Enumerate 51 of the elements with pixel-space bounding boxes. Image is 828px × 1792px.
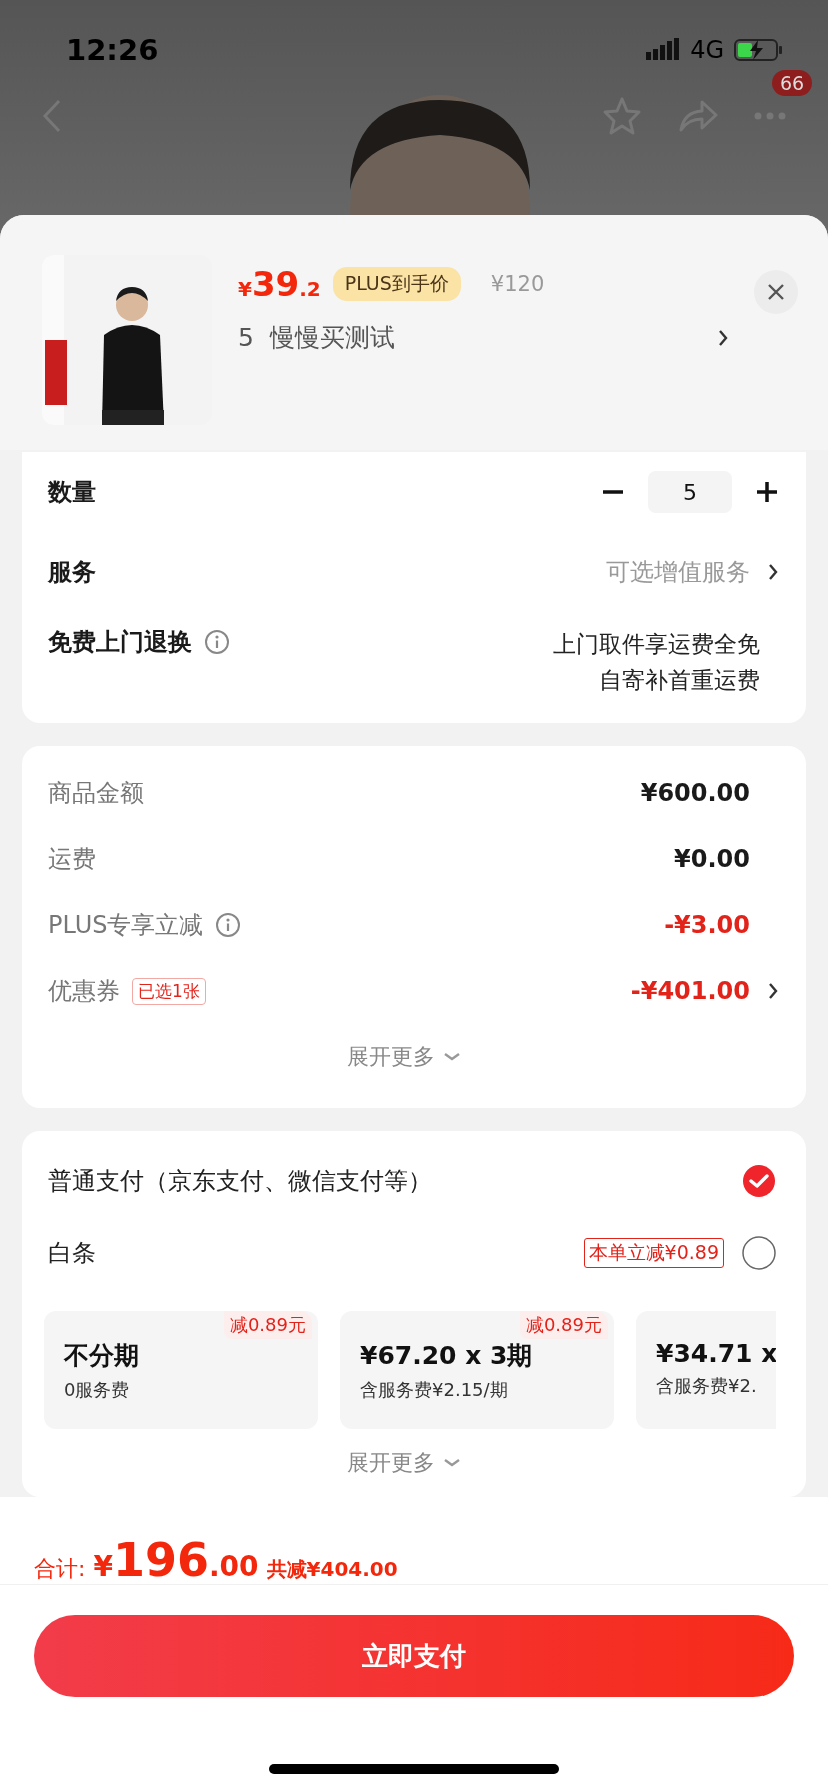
amount-label: 运费 — [48, 844, 96, 875]
chevron-right-icon[interactable] — [768, 982, 778, 1000]
info-icon[interactable] — [204, 629, 230, 655]
total-label: 合计: — [34, 1555, 86, 1583]
installment-fee: 含服务费¥2.15/期 — [360, 1378, 509, 1402]
installment-fee: 0服务费 — [64, 1378, 131, 1402]
plus-price-tag: PLUS到手价 — [332, 267, 461, 301]
amount-value: -¥401.00 — [630, 977, 750, 1005]
installment-option[interactable]: 减0.89元 不分期 0服务费 — [44, 1311, 318, 1429]
installment-title: ¥34.71 x — [656, 1339, 776, 1368]
pay-button[interactable]: 立即支付 — [34, 1615, 794, 1697]
discount-tag: 本单立减¥0.89 — [583, 1238, 724, 1268]
amount-label: PLUS专享立减 — [48, 910, 204, 941]
discount-badge: 减0.89元 — [519, 1311, 608, 1339]
price: ¥39.2 — [238, 264, 321, 304]
info-icon[interactable] — [215, 912, 242, 938]
installment-option[interactable]: 减0.89元 ¥67.20 x 3期 含服务费¥2.15/期 — [340, 1311, 614, 1429]
total-saved: 共减¥404.00 — [266, 1556, 398, 1583]
return-note: 上门取件享运费全免 — [553, 630, 760, 659]
chevron-down-icon[interactable] — [443, 1458, 461, 1468]
chevron-down-icon[interactable] — [443, 1052, 461, 1062]
return-note: 自寄补首重运费 — [599, 666, 760, 695]
close-icon — [767, 283, 785, 301]
installment-fee: 含服务费¥2. — [656, 1374, 758, 1398]
amount-label: 优惠券 — [48, 976, 120, 1007]
plus-icon[interactable] — [756, 481, 778, 503]
spec-text[interactable]: 5 慢慢买测试 — [238, 321, 395, 354]
discount-badge: 减0.89元 — [223, 1311, 312, 1339]
amount-label: 商品金额 — [48, 778, 144, 809]
total-price: ¥196.00 — [93, 1533, 259, 1587]
service-label: 服务 — [48, 557, 96, 588]
installment-title: 不分期 — [64, 1340, 140, 1372]
payment-method-label[interactable]: 普通支付（京东支付、微信支付等） — [48, 1165, 432, 1197]
amount-value: ¥0.00 — [674, 845, 750, 873]
chevron-right-icon[interactable] — [718, 328, 728, 347]
expand-more-link[interactable]: 展开更多 — [347, 1448, 435, 1478]
amount-value: ¥600.00 — [640, 779, 750, 807]
installment-title: ¥67.20 x 3期 — [360, 1340, 534, 1372]
original-price: ¥120 — [490, 272, 545, 296]
radio-icon[interactable] — [742, 1236, 776, 1270]
amount-value: -¥3.00 — [664, 911, 750, 939]
expand-more-link[interactable]: 展开更多 — [347, 1042, 435, 1072]
chevron-right-icon[interactable] — [768, 563, 778, 581]
installment-option[interactable]: ¥34.71 x 含服务费¥2. — [636, 1311, 776, 1429]
quantity-label: 数量 — [48, 477, 96, 508]
return-label: 免费上门退换 — [48, 627, 192, 658]
payment-method-label[interactable]: 白条 — [48, 1237, 96, 1269]
checked-radio-icon[interactable] — [742, 1164, 776, 1198]
quantity-field[interactable]: 5 — [648, 471, 732, 513]
close-button[interactable] — [754, 270, 798, 314]
coupon-tag: 已选1张 — [132, 977, 206, 1005]
